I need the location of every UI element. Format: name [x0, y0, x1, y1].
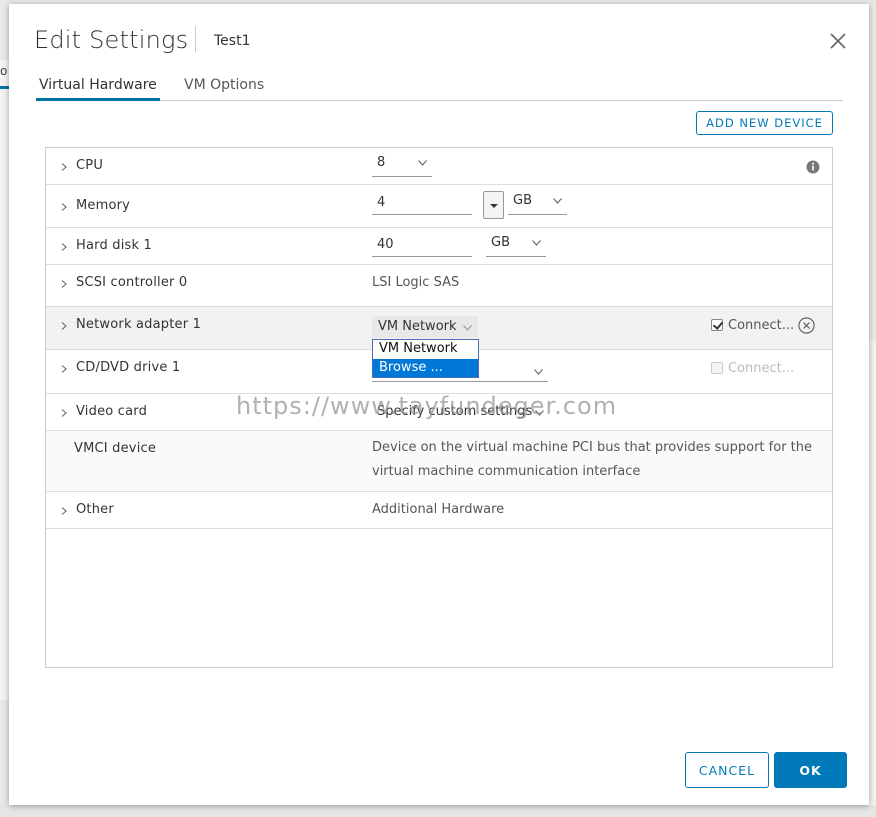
- network-dropdown-list: VM Network Browse ...: [372, 339, 479, 378]
- cancel-button[interactable]: CANCEL: [685, 752, 769, 788]
- cpu-select[interactable]: 8: [372, 155, 432, 177]
- memory-spinner[interactable]: [483, 191, 504, 219]
- chevron-right-icon[interactable]: [60, 507, 68, 515]
- ok-button[interactable]: OK: [774, 752, 847, 788]
- chevron-right-icon[interactable]: [60, 163, 68, 171]
- network-connect-checkbox[interactable]: [711, 319, 723, 331]
- hardware-row-memory: Memory 4 GB: [46, 185, 832, 228]
- chevron-right-icon[interactable]: [60, 365, 68, 373]
- vmci-description: Device on the virtual machine PCI bus th…: [372, 440, 813, 479]
- tab-virtual-hardware[interactable]: Virtual Hardware: [36, 77, 160, 101]
- chevron-down-icon: [534, 369, 543, 375]
- chevron-down-icon: [532, 240, 541, 246]
- tab-vm-options[interactable]: VM Options: [184, 77, 264, 93]
- hardware-row-vmci: VMCI device Device on the virtual machin…: [46, 431, 832, 492]
- cpu-value: 8: [377, 155, 386, 170]
- hard-disk-label: Hard disk 1: [76, 238, 153, 253]
- tab-bar: Virtual Hardware VM Options: [36, 74, 843, 101]
- video-label: Video card: [76, 404, 148, 419]
- remove-device-icon[interactable]: [798, 317, 815, 334]
- watermark: https://www.tayfundeger.com: [236, 392, 618, 420]
- hard-disk-input[interactable]: 40: [372, 235, 472, 257]
- network-label: Network adapter 1: [76, 317, 202, 332]
- hardware-row-scsi: SCSI controller 0 LSI Logic SAS: [46, 265, 832, 307]
- chevron-right-icon[interactable]: [60, 322, 68, 330]
- close-icon[interactable]: [827, 30, 849, 52]
- memory-unit: GB: [513, 193, 532, 208]
- network-option-browse[interactable]: Browse ...: [373, 359, 478, 377]
- hardware-row-network: Network adapter 1 VM Network VM Network …: [46, 307, 832, 378]
- hardware-row-cpu: CPU 8: [46, 148, 832, 185]
- network-connect-label[interactable]: Connect...: [728, 318, 794, 333]
- chevron-right-icon[interactable]: [60, 409, 68, 417]
- chevron-right-icon[interactable]: [60, 203, 68, 211]
- cd-dvd-connect-label[interactable]: Connect...: [728, 361, 794, 376]
- chevron-right-icon[interactable]: [60, 243, 68, 251]
- scsi-value: LSI Logic SAS: [372, 275, 460, 290]
- network-value: VM Network: [378, 319, 457, 334]
- scsi-label: SCSI controller 0: [76, 275, 188, 290]
- other-label: Other: [76, 502, 114, 517]
- title-separator: [195, 26, 196, 52]
- memory-unit-select[interactable]: GB: [508, 193, 567, 215]
- chevron-right-icon[interactable]: [60, 280, 68, 288]
- memory-input[interactable]: 4: [372, 193, 472, 215]
- hard-disk-unit-select[interactable]: GB: [486, 235, 546, 257]
- info-icon[interactable]: [806, 160, 820, 174]
- chevron-down-icon: [418, 160, 427, 166]
- chevron-down-icon: [553, 198, 562, 204]
- hard-disk-unit: GB: [491, 235, 510, 250]
- dialog-title: Edit Settings: [34, 26, 189, 54]
- memory-label: Memory: [76, 198, 131, 213]
- network-option-vm-network[interactable]: VM Network: [373, 340, 478, 358]
- vmci-label: VMCI device: [74, 441, 157, 456]
- background-bottom-row: [0, 805, 876, 817]
- other-value: Additional Hardware: [372, 502, 505, 517]
- chevron-down-icon: [463, 325, 472, 331]
- hardware-row-hard-disk: Hard disk 1 40 GB: [46, 228, 832, 265]
- vm-name: Test1: [214, 33, 251, 49]
- background-right-edge: [868, 340, 876, 810]
- cd-dvd-label: CD/DVD drive 1: [76, 360, 181, 375]
- add-new-device-button[interactable]: ADD NEW DEVICE: [696, 111, 833, 135]
- hardware-row-other: Other Additional Hardware: [46, 492, 832, 529]
- cpu-label: CPU: [76, 158, 104, 173]
- network-select[interactable]: VM Network: [372, 316, 478, 338]
- cd-dvd-connect-checkbox[interactable]: [711, 362, 723, 374]
